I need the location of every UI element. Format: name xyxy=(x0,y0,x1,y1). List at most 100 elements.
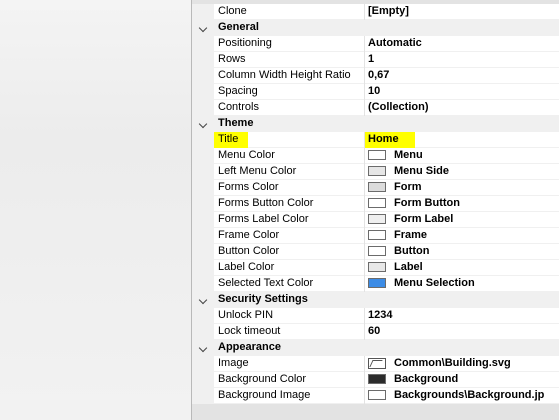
property-value-cell[interactable]: Form Label xyxy=(365,212,559,228)
property-row-label-color[interactable]: Label Color Label xyxy=(192,260,559,276)
property-name-cell[interactable]: Title xyxy=(214,132,364,148)
property-value-cell[interactable]: [Empty] xyxy=(365,4,559,20)
property-value-cell[interactable]: Form xyxy=(365,180,559,196)
color-swatch xyxy=(368,214,386,224)
property-name: Lock timeout xyxy=(218,325,281,337)
property-name: Spacing xyxy=(218,85,258,97)
property-name-cell[interactable]: Background Color xyxy=(214,372,364,388)
property-row-spacing[interactable]: Spacing 10 xyxy=(192,84,559,100)
property-value-cell[interactable]: Common\Building.svg xyxy=(365,356,559,372)
property-name-cell[interactable]: Rows xyxy=(214,52,364,68)
property-row-clone[interactable]: Clone [Empty] xyxy=(192,4,559,20)
property-row-background-image[interactable]: Background Image Backgrounds\Background.j… xyxy=(192,388,559,404)
property-value-cell[interactable]: Button xyxy=(365,244,559,260)
row-gutter xyxy=(192,388,214,404)
property-name: Background Image xyxy=(218,389,311,401)
property-value-cell[interactable]: 0,67 xyxy=(365,68,559,84)
property-grid-rows: Clone [Empty] General Positioning Automatic R… xyxy=(192,4,559,404)
property-value: Common\Building.svg xyxy=(394,357,511,369)
property-name-cell[interactable]: Column Width Height Ratio xyxy=(214,68,364,84)
property-name: Label Color xyxy=(218,261,275,273)
property-row-background-color[interactable]: Background Color Background xyxy=(192,372,559,388)
property-name-cell[interactable]: Button Color xyxy=(214,244,364,260)
category-security-settings[interactable]: Security Settings xyxy=(192,292,559,308)
property-name-cell[interactable]: Clone xyxy=(214,4,364,20)
property-row-selected-text-color[interactable]: Selected Text Color Menu Selection xyxy=(192,276,559,292)
property-value-cell[interactable]: Home xyxy=(365,132,559,148)
property-value-cell[interactable]: 60 xyxy=(365,324,559,340)
property-row-title[interactable]: Title Home xyxy=(192,132,559,148)
category-theme[interactable]: Theme xyxy=(192,116,559,132)
property-name-cell[interactable]: Frame Color xyxy=(214,228,364,244)
row-gutter xyxy=(192,196,214,212)
property-value: Form xyxy=(394,181,422,193)
property-name-cell[interactable]: Selected Text Color xyxy=(214,276,364,292)
row-gutter xyxy=(192,356,214,372)
property-name-cell[interactable]: Background Image xyxy=(214,388,364,404)
property-name-cell[interactable]: Forms Button Color xyxy=(214,196,364,212)
property-row-controls[interactable]: Controls (Collection) xyxy=(192,100,559,116)
property-row-left-menu-color[interactable]: Left Menu Color Menu Side xyxy=(192,164,559,180)
property-value-cell[interactable]: Label xyxy=(365,260,559,276)
property-value-cell[interactable]: Menu xyxy=(365,148,559,164)
property-row-image[interactable]: Image Common\Building.svg xyxy=(192,356,559,372)
property-value-cell[interactable]: 1234 xyxy=(365,308,559,324)
property-name: Title xyxy=(218,133,239,145)
property-value: Button xyxy=(394,245,430,257)
property-value: 1234 xyxy=(368,309,393,321)
category-label: Theme xyxy=(218,117,254,129)
row-gutter xyxy=(192,132,214,148)
property-row-rows[interactable]: Rows 1 xyxy=(192,52,559,68)
property-value: 60 xyxy=(368,325,381,337)
color-swatch xyxy=(368,150,386,160)
property-row-lock-timeout[interactable]: Lock timeout 60 xyxy=(192,324,559,340)
property-name-cell[interactable]: Label Color xyxy=(214,260,364,276)
property-name-cell[interactable]: Positioning xyxy=(214,36,364,52)
property-value-cell[interactable]: Form Button xyxy=(365,196,559,212)
property-name-cell[interactable]: Lock timeout xyxy=(214,324,364,340)
property-value: [Empty] xyxy=(368,5,409,17)
property-row-unlock-pin[interactable]: Unlock PIN 1234 xyxy=(192,308,559,324)
property-name-cell[interactable]: Controls xyxy=(214,100,364,116)
property-value: Frame xyxy=(394,229,428,241)
property-value-cell[interactable]: Menu Selection xyxy=(365,276,559,292)
property-row-forms-label-color[interactable]: Forms Label Color Form Label xyxy=(192,212,559,228)
property-name: Positioning xyxy=(218,37,272,49)
property-row-forms-button-color[interactable]: Forms Button Color Form Button xyxy=(192,196,559,212)
property-value-cell[interactable]: Automatic xyxy=(365,36,559,52)
property-name: Menu Color xyxy=(218,149,275,161)
property-row-menu-color[interactable]: Menu Color Menu xyxy=(192,148,559,164)
property-value-cell[interactable]: (Collection) xyxy=(365,100,559,116)
color-swatch xyxy=(368,262,386,272)
property-row-forms-color[interactable]: Forms Color Form xyxy=(192,180,559,196)
property-value-cell[interactable]: Menu Side xyxy=(365,164,559,180)
color-swatch xyxy=(368,166,386,176)
property-value-cell[interactable]: 1 xyxy=(365,52,559,68)
property-name-cell[interactable]: Forms Label Color xyxy=(214,212,364,228)
property-name-cell[interactable]: Forms Color xyxy=(214,180,364,196)
property-name-cell[interactable]: Left Menu Color xyxy=(214,164,364,180)
property-value: Automatic xyxy=(368,37,422,49)
category-appearance[interactable]: Appearance xyxy=(192,340,559,356)
property-value: Backgrounds\Background.jp xyxy=(394,389,545,401)
property-row-column-width-height-ratio[interactable]: Column Width Height Ratio 0,67 xyxy=(192,68,559,84)
left-panel xyxy=(0,0,191,420)
property-name-cell[interactable]: Image xyxy=(214,356,364,372)
category-label: Security Settings xyxy=(218,293,308,305)
row-gutter xyxy=(192,372,214,388)
property-value-cell[interactable]: Backgrounds\Background.jp xyxy=(365,388,559,404)
property-value-cell[interactable]: 10 xyxy=(365,84,559,100)
property-value-cell[interactable]: Background xyxy=(365,372,559,388)
color-swatch xyxy=(368,278,386,288)
property-name-cell[interactable]: Spacing xyxy=(214,84,364,100)
property-row-button-color[interactable]: Button Color Button xyxy=(192,244,559,260)
color-swatch xyxy=(368,246,386,256)
property-name-cell[interactable]: Unlock PIN xyxy=(214,308,364,324)
property-value-cell[interactable]: Frame xyxy=(365,228,559,244)
property-value: Background xyxy=(394,373,459,385)
property-grid: Clone [Empty] General Positioning Automatic R… xyxy=(191,0,559,420)
property-name-cell[interactable]: Menu Color xyxy=(214,148,364,164)
property-row-positioning[interactable]: Positioning Automatic xyxy=(192,36,559,52)
category-general[interactable]: General xyxy=(192,20,559,36)
property-row-frame-color[interactable]: Frame Color Frame xyxy=(192,228,559,244)
